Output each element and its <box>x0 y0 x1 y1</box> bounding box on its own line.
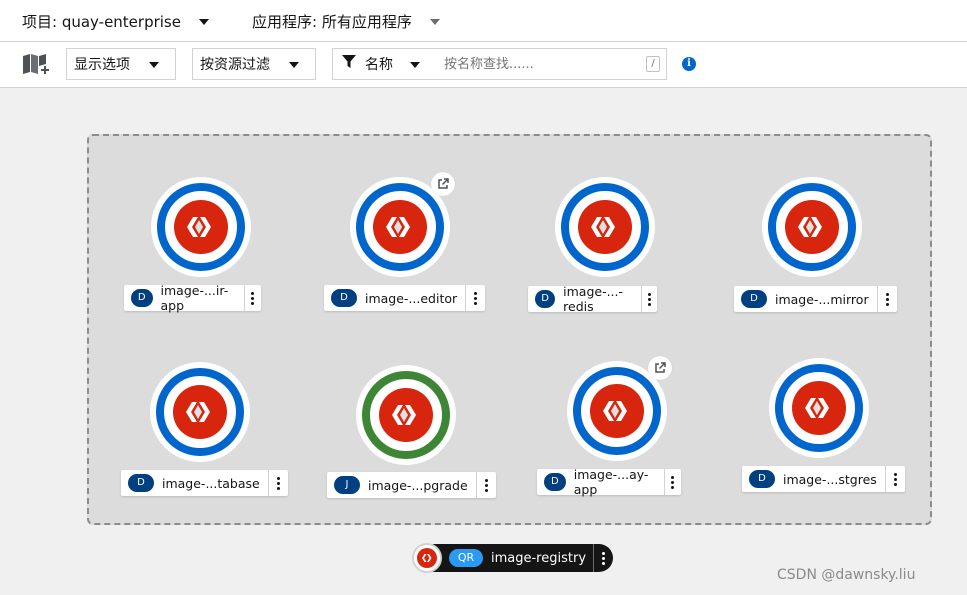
kebab-menu-icon[interactable] <box>641 286 657 312</box>
kebab-menu-icon[interactable] <box>267 470 288 496</box>
node-label[interactable]: Dimage-...ir-app <box>124 283 261 313</box>
chevron-down-icon <box>198 18 209 25</box>
node-name: image-...ir-app <box>160 283 229 313</box>
node-label[interactable]: Dimage-...editor <box>324 285 486 311</box>
resource-badge: QR <box>449 549 483 567</box>
filter-icon <box>342 55 356 73</box>
node-name: image-...pgrade <box>368 477 468 493</box>
resource-badge: D <box>131 289 153 307</box>
filter-type-label: 名称 <box>365 57 393 73</box>
node-label[interactable]: Dimage-...ay-app <box>537 467 681 497</box>
node-status-ring <box>156 368 244 456</box>
chevron-down-icon <box>429 18 440 25</box>
filter-by-resource-dropdown[interactable]: 按资源过滤 <box>192 48 316 80</box>
resource-badge: D <box>749 470 775 488</box>
quay-logo-icon <box>590 384 644 438</box>
node-status-ring <box>768 183 856 271</box>
application-selector[interactable]: 应用程序: 所有应用程序 <box>252 11 440 32</box>
node-name: image-...stgres <box>783 471 877 487</box>
node-label[interactable]: Dimage-...-redis <box>528 284 657 314</box>
quay-logo-icon <box>379 388 433 442</box>
node-name: image-...tabase <box>162 475 260 491</box>
node-name: image-...ay-app <box>573 467 649 497</box>
quay-logo-icon <box>785 200 839 254</box>
node-status-ring <box>561 183 649 271</box>
node-ring[interactable] <box>769 358 869 458</box>
shortcut-key-hint: / <box>646 56 660 72</box>
node-name: image-...-redis <box>563 284 624 314</box>
resource-badge: D <box>544 473 566 491</box>
node-label[interactable]: Dimage-...tabase <box>121 470 288 496</box>
project-selector[interactable]: 项目: quay-enterprise <box>22 11 209 32</box>
project-selector-label: 项目: quay-enterprise <box>22 13 181 31</box>
quay-logo-icon <box>417 548 437 568</box>
chevron-down-icon <box>149 62 159 68</box>
kebab-menu-icon[interactable] <box>475 472 496 498</box>
kebab-menu-icon[interactable] <box>876 286 897 312</box>
external-link-icon[interactable] <box>648 356 672 380</box>
node-status-ring <box>157 183 245 271</box>
node-status-ring <box>356 183 444 271</box>
node-label[interactable]: Dimage-...stgres <box>742 466 905 492</box>
chevron-down-icon <box>410 62 420 68</box>
quay-logo-icon <box>792 381 846 435</box>
resource-badge: D <box>741 290 767 308</box>
resource-badge: J <box>334 476 360 494</box>
filter-by-resource-label: 按资源过滤 <box>200 57 270 73</box>
node-ring[interactable] <box>555 177 655 277</box>
topology-toolbar: 显示选项 按资源过滤 名称 / <box>0 42 967 88</box>
resource-badge: D <box>535 290 556 308</box>
display-options-dropdown[interactable]: 显示选项 <box>66 48 176 80</box>
kebab-menu-icon[interactable] <box>663 469 681 495</box>
resource-badge: D <box>128 474 154 492</box>
quick-search-icon[interactable] <box>22 52 50 82</box>
application-group-name: image-registry <box>491 550 587 566</box>
node-name: image-...editor <box>365 290 458 306</box>
node-ring[interactable] <box>762 177 862 277</box>
kebab-menu-icon[interactable] <box>593 544 613 572</box>
application-group-label[interactable]: QR image-registry <box>412 543 614 573</box>
node-label[interactable]: Dimage-...mirror <box>734 286 897 312</box>
node-status-ring <box>573 367 661 455</box>
node-label[interactable]: Jimage-...pgrade <box>327 472 496 498</box>
external-link-icon[interactable] <box>431 172 455 196</box>
quay-logo-icon <box>174 200 228 254</box>
application-selector-label: 应用程序: 所有应用程序 <box>252 13 412 31</box>
kebab-menu-icon[interactable] <box>884 466 905 492</box>
kebab-menu-icon[interactable] <box>243 285 261 311</box>
kebab-menu-icon[interactable] <box>465 285 485 311</box>
node-status-ring <box>775 364 863 452</box>
quay-logo-icon <box>373 200 427 254</box>
node-ring[interactable] <box>356 365 456 465</box>
search-input[interactable] <box>436 48 667 80</box>
node-ring[interactable] <box>151 177 251 277</box>
project-bar: 项目: quay-enterprise 应用程序: 所有应用程序 <box>0 0 967 42</box>
quay-logo-icon <box>173 385 227 439</box>
watermark: CSDN @dawnsky.liu <box>777 567 916 583</box>
quay-logo-icon <box>578 200 632 254</box>
node-status-ring <box>362 371 450 459</box>
info-icon[interactable]: i <box>682 57 696 71</box>
display-options-label: 显示选项 <box>74 57 130 73</box>
node-ring[interactable] <box>150 362 250 462</box>
resource-badge: D <box>331 289 357 307</box>
filter-type-dropdown[interactable]: 名称 <box>332 48 437 80</box>
chevron-down-icon <box>289 62 299 68</box>
node-name: image-...mirror <box>775 291 869 307</box>
application-logo <box>412 543 442 573</box>
